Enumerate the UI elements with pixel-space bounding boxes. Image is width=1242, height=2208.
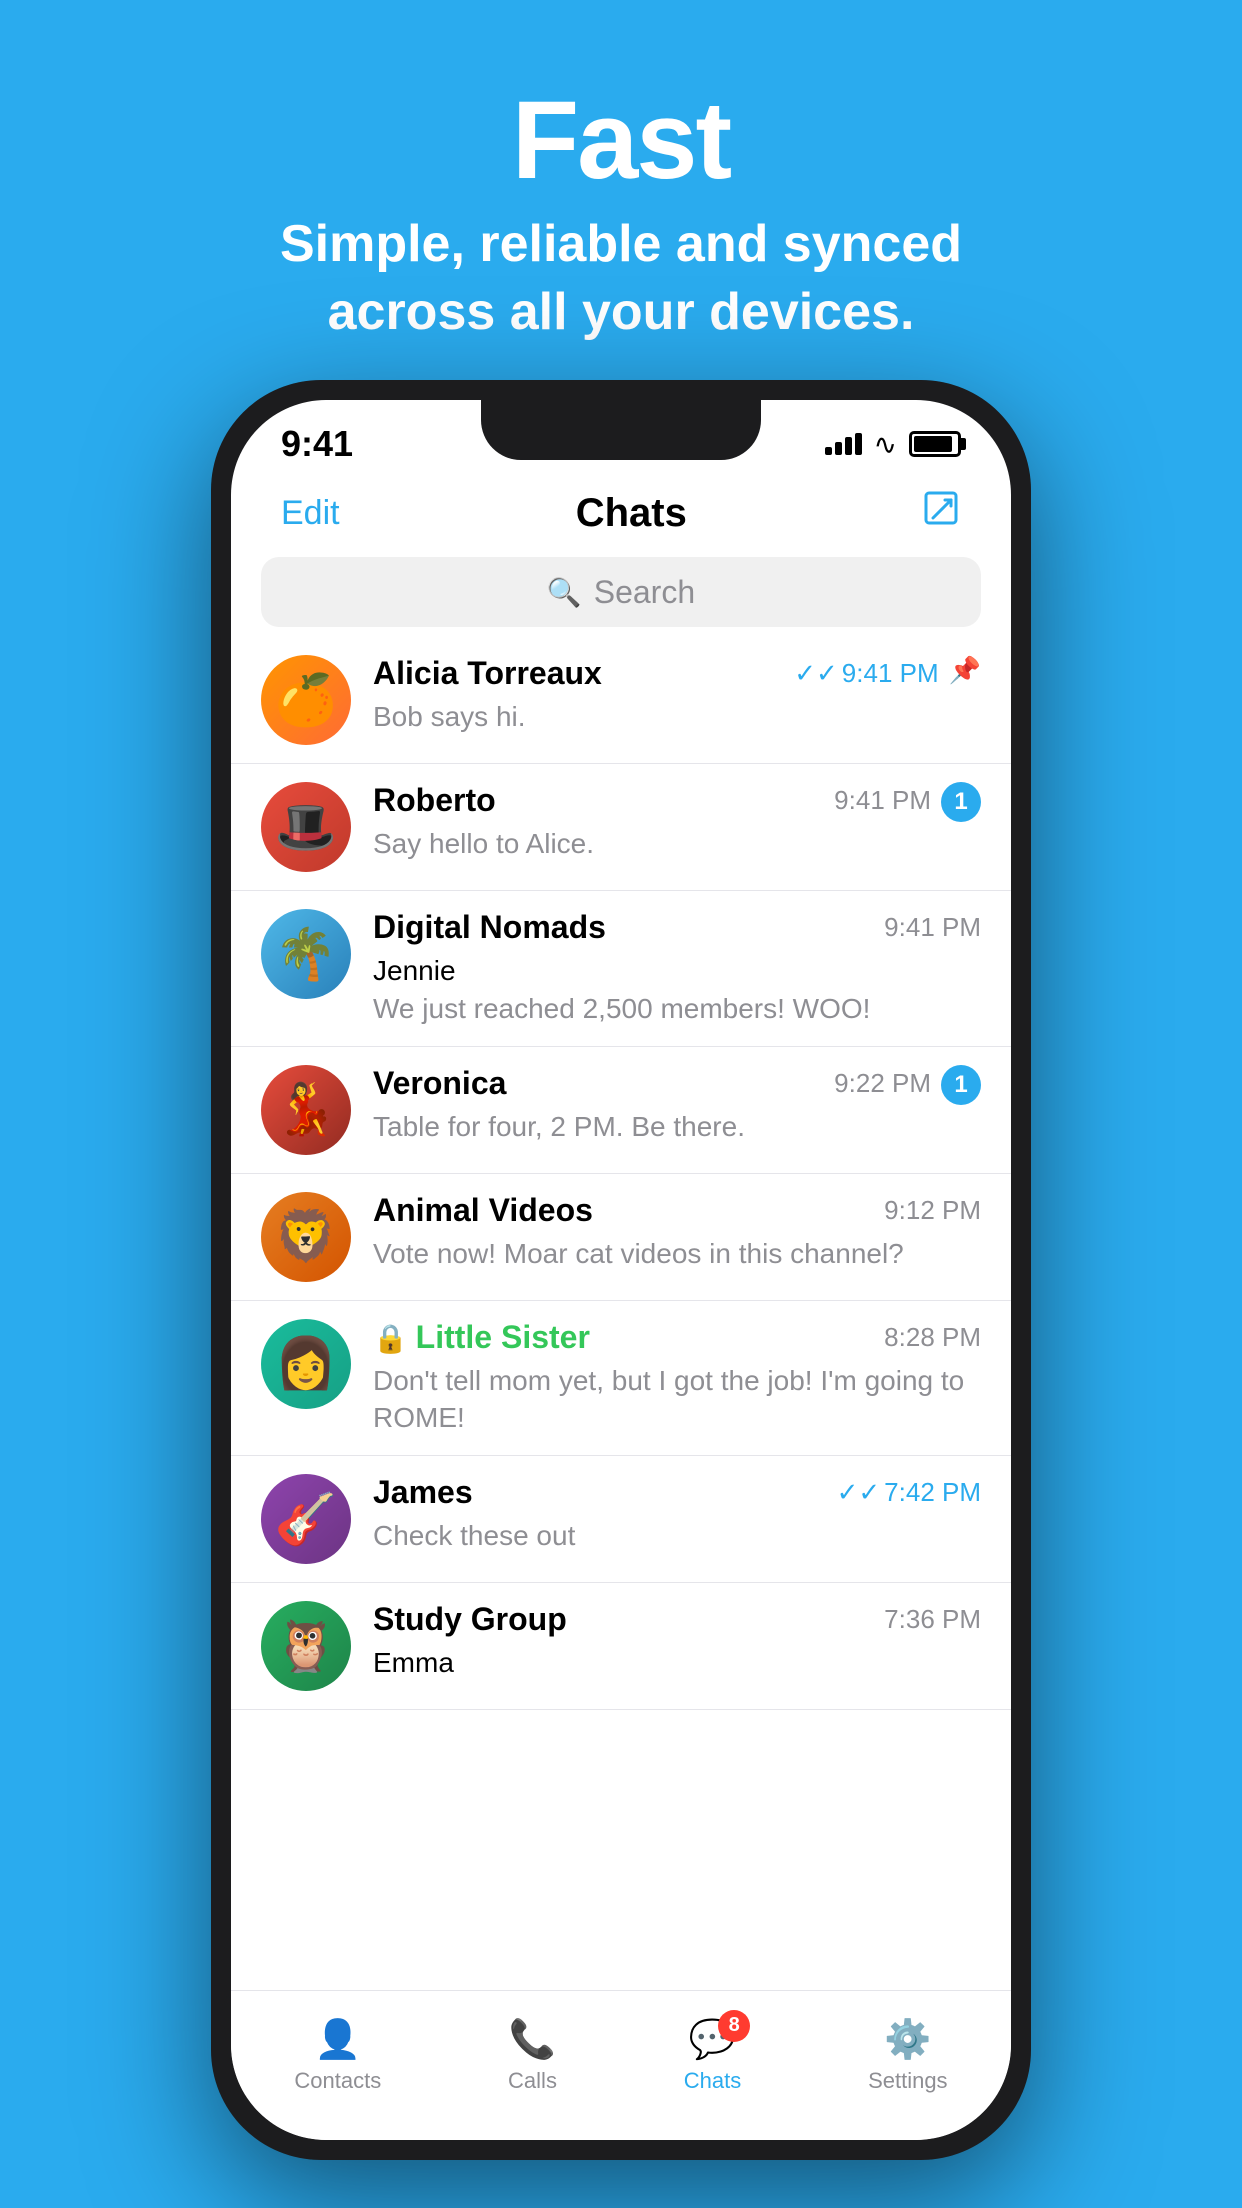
notch <box>481 400 761 460</box>
chat-time-study: 7:36 PM <box>884 1604 981 1635</box>
chat-item-digital[interactable]: 🌴 Digital Nomads 9:41 PM JennieWe just reac… <box>231 891 1011 1047</box>
tab-bar: 👤 Contacts 📞 Calls 💬8 Chats ⚙️ Settings <box>231 1990 1011 2140</box>
phone-wrapper: 9:41 ∿ Edit Chats <box>211 380 1031 2160</box>
hero-title: Fast <box>0 80 1242 201</box>
chat-item-sister[interactable]: 👩 Little Sister 8:28 PM Don't tell mom yet,… <box>231 1301 1011 1457</box>
edit-button[interactable]: Edit <box>281 494 340 533</box>
chat-content-digital: Digital Nomads 9:41 PM JennieWe just reach… <box>373 909 981 1028</box>
compose-button[interactable] <box>923 490 961 537</box>
chat-name-digital: Digital Nomads <box>373 909 606 946</box>
avatar-veronica: 💃 <box>261 1065 351 1155</box>
chat-content-animal: Animal Videos 9:12 PM Vote now! Moar cat v… <box>373 1192 981 1273</box>
chat-time-digital: 9:41 PM <box>884 912 981 943</box>
battery-icon <box>909 431 961 457</box>
tab-chats[interactable]: 💬8 Chats <box>684 2018 741 2094</box>
tab-label-calls: Calls <box>508 2068 557 2094</box>
phone-screen: 9:41 ∿ Edit Chats <box>231 400 1011 2140</box>
chat-content-sister: Little Sister 8:28 PM Don't tell mom yet, … <box>373 1319 981 1438</box>
chats-icon: 💬8 <box>689 2018 736 2062</box>
status-time: 9:41 <box>281 423 353 465</box>
settings-icon: ⚙️ <box>884 2018 931 2062</box>
search-bar[interactable]: 🔍 Search <box>261 557 981 627</box>
hero-section: Fast Simple, reliable and syncedacross a… <box>0 0 1242 406</box>
chat-item-animal[interactable]: 🦁 Animal Videos 9:12 PM Vote now! Moar cat … <box>231 1174 1011 1301</box>
tab-label-chats: Chats <box>684 2068 741 2094</box>
contacts-icon: 👤 <box>314 2018 361 2062</box>
chat-content-alicia: Alicia Torreaux ✓✓9:41 PM Bob says hi. <box>373 655 939 736</box>
signal-bars-icon <box>825 433 862 455</box>
tab-badge-chats: 8 <box>718 2010 750 2042</box>
wifi-icon: ∿ <box>874 428 897 461</box>
chat-preview-james: Check these out <box>373 1517 981 1555</box>
chat-item-veronica[interactable]: 💃 Veronica 9:22 PM Table for four, 2 PM. Be… <box>231 1047 1011 1174</box>
chat-name-veronica: Veronica <box>373 1065 506 1102</box>
chat-time-veronica: 9:22 PM <box>834 1068 931 1099</box>
status-icons: ∿ <box>825 428 961 461</box>
chat-preview-animal: Vote now! Moar cat videos in this channe… <box>373 1235 981 1273</box>
badge-veronica: 1 <box>941 1065 981 1105</box>
chat-list: 🍊 Alicia Torreaux ✓✓9:41 PM Bob says hi. 📌 🎩 R… <box>231 637 1011 1710</box>
tab-contacts[interactable]: 👤 Contacts <box>294 2018 381 2094</box>
chat-time-animal: 9:12 PM <box>884 1195 981 1226</box>
avatar-alicia: 🍊 <box>261 655 351 745</box>
chat-time-roberto: 9:41 PM <box>834 785 931 816</box>
avatar-animal: 🦁 <box>261 1192 351 1282</box>
chat-name-james: James <box>373 1474 473 1511</box>
calls-icon: 📞 <box>509 2018 556 2062</box>
avatar-roberto: 🎩 <box>261 782 351 872</box>
chat-name-animal: Animal Videos <box>373 1192 593 1229</box>
chat-time-alicia: ✓✓9:41 PM <box>794 658 938 689</box>
tab-calls[interactable]: 📞 Calls <box>508 2018 557 2094</box>
chat-content-study: Study Group 7:36 PM Emma <box>373 1601 981 1682</box>
chat-content-james: James ✓✓7:42 PM Check these out <box>373 1474 981 1555</box>
hero-subtitle: Simple, reliable and syncedacross all yo… <box>0 211 1242 346</box>
tab-label-contacts: Contacts <box>294 2068 381 2094</box>
chat-time-james: ✓✓7:42 PM <box>837 1477 981 1508</box>
chat-item-study[interactable]: 🦉 Study Group 7:36 PM Emma <box>231 1583 1011 1710</box>
chat-content-veronica: Veronica 9:22 PM Table for four, 2 PM. Be … <box>373 1065 931 1146</box>
phone-frame: 9:41 ∿ Edit Chats <box>211 380 1031 2160</box>
pin-icon-alicia: 📌 <box>949 655 981 686</box>
chat-time-sister: 8:28 PM <box>884 1322 981 1353</box>
chat-preview-study: Emma <box>373 1644 981 1682</box>
chat-preview-sister: Don't tell mom yet, but I got the job! I… <box>373 1362 981 1438</box>
chat-content-roberto: Roberto 9:41 PM Say hello to Alice. <box>373 782 931 863</box>
avatar-study: 🦉 <box>261 1601 351 1691</box>
badge-roberto: 1 <box>941 782 981 822</box>
chat-item-alicia[interactable]: 🍊 Alicia Torreaux ✓✓9:41 PM Bob says hi. 📌 <box>231 637 1011 764</box>
chat-name-sister: Little Sister <box>373 1319 590 1356</box>
tab-settings[interactable]: ⚙️ Settings <box>868 2018 948 2094</box>
chats-title: Chats <box>576 491 687 536</box>
search-icon: 🔍 <box>547 576 582 609</box>
chat-preview-alicia: Bob says hi. <box>373 698 939 736</box>
chat-name-roberto: Roberto <box>373 782 496 819</box>
avatar-james: 🎸 <box>261 1474 351 1564</box>
chat-name-study: Study Group <box>373 1601 567 1638</box>
chat-preview-veronica: Table for four, 2 PM. Be there. <box>373 1108 931 1146</box>
avatar-sister: 👩 <box>261 1319 351 1409</box>
chat-item-james[interactable]: 🎸 James ✓✓7:42 PM Check these out <box>231 1456 1011 1583</box>
chat-preview-digital: JennieWe just reached 2,500 members! WOO… <box>373 952 981 1028</box>
avatar-digital: 🌴 <box>261 909 351 999</box>
chat-preview-roberto: Say hello to Alice. <box>373 825 931 863</box>
search-placeholder: Search <box>594 574 695 611</box>
nav-bar: Edit Chats <box>231 480 1011 557</box>
chat-name-alicia: Alicia Torreaux <box>373 655 602 692</box>
tab-label-settings: Settings <box>868 2068 948 2094</box>
chat-item-roberto[interactable]: 🎩 Roberto 9:41 PM Say hello to Alice. 1 <box>231 764 1011 891</box>
